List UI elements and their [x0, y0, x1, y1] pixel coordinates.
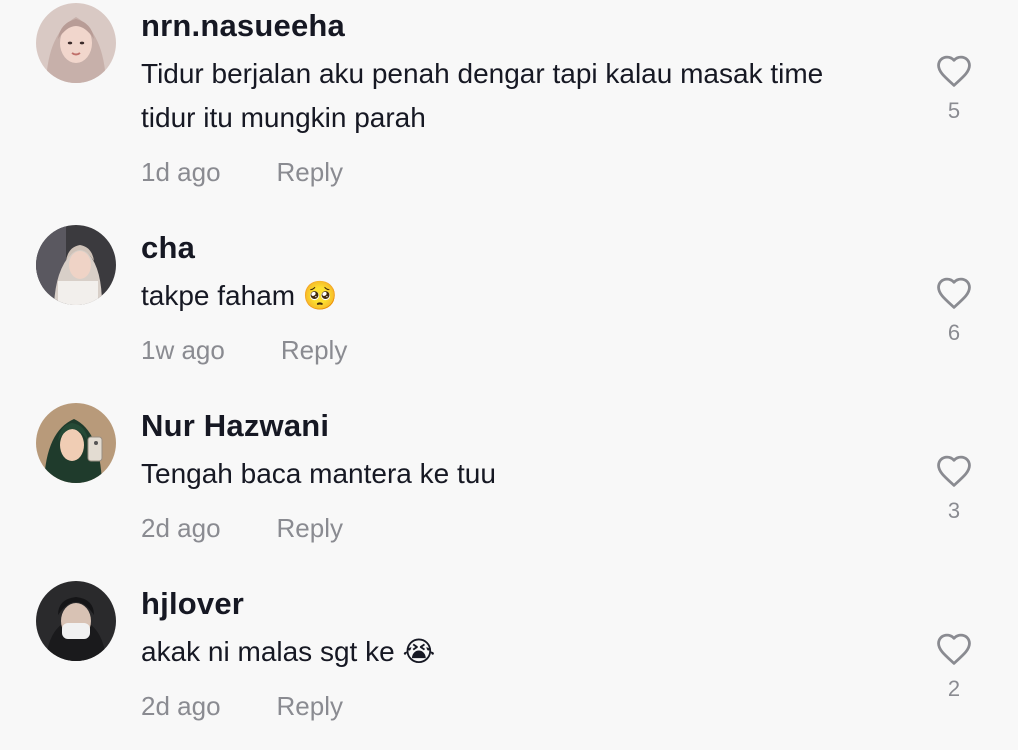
heart-outline-icon: [937, 455, 971, 487]
comment-meta: 1w ago Reply: [141, 335, 347, 366]
avatar[interactable]: [36, 581, 116, 661]
comment-text: akak ni malas sgt ke 😭: [141, 636, 436, 667]
comment-timestamp: 1d ago: [141, 157, 221, 187]
comment-username[interactable]: Nur Hazwani: [141, 408, 329, 444]
avatar[interactable]: [36, 225, 116, 305]
avatar-image: [36, 581, 116, 661]
like-button[interactable]: 6: [930, 276, 978, 346]
heart-outline-icon: [937, 633, 971, 665]
like-count: 2: [947, 676, 961, 701]
comment-item: hjlover akak ni malas sgt ke 😭 2d ago Rep…: [0, 578, 1018, 750]
like-count: 3: [947, 498, 961, 523]
comment-username[interactable]: cha: [141, 230, 195, 266]
heart-outline-icon: [937, 55, 971, 87]
comment-meta: 2d ago Reply: [141, 513, 343, 544]
comment-timestamp: 2d ago: [141, 691, 221, 721]
comment-item: nrn.nasueeha Tidur berjalan aku penah de…: [0, 0, 1018, 187]
avatar[interactable]: [36, 403, 116, 483]
comment-timestamp: 2d ago: [141, 513, 221, 543]
comment-meta: 1d ago Reply: [141, 157, 343, 188]
like-count: 6: [947, 320, 961, 345]
comment-list: nrn.nasueeha Tidur berjalan aku penah de…: [0, 0, 1018, 750]
comment-username[interactable]: hjlover: [141, 586, 244, 622]
reply-button[interactable]: Reply: [281, 335, 347, 366]
comment-text: takpe faham 🥺: [141, 280, 338, 311]
comment-item: Nur Hazwani Tengah baca mantera ke tuu 2…: [0, 400, 1018, 578]
like-button[interactable]: 5: [930, 54, 978, 124]
avatar-image: [36, 3, 116, 83]
comment-username[interactable]: nrn.nasueeha: [141, 8, 345, 44]
comment-item: cha takpe faham 🥺 1w ago Reply 6: [0, 222, 1018, 400]
like-button[interactable]: 2: [930, 632, 978, 702]
reply-button[interactable]: Reply: [277, 691, 343, 722]
comment-meta: 2d ago Reply: [141, 691, 343, 722]
like-button[interactable]: 3: [930, 454, 978, 524]
comment-text: Tidur berjalan aku penah dengar tapi kal…: [141, 58, 824, 133]
comment-text: Tengah baca mantera ke tuu: [141, 458, 496, 489]
avatar[interactable]: [36, 3, 116, 83]
like-count: 5: [947, 98, 961, 123]
comment-timestamp: 1w ago: [141, 335, 225, 365]
heart-outline-icon: [937, 277, 971, 309]
reply-button[interactable]: Reply: [277, 157, 343, 188]
reply-button[interactable]: Reply: [277, 513, 343, 544]
avatar-image: [36, 225, 116, 305]
avatar-image: [36, 403, 116, 483]
